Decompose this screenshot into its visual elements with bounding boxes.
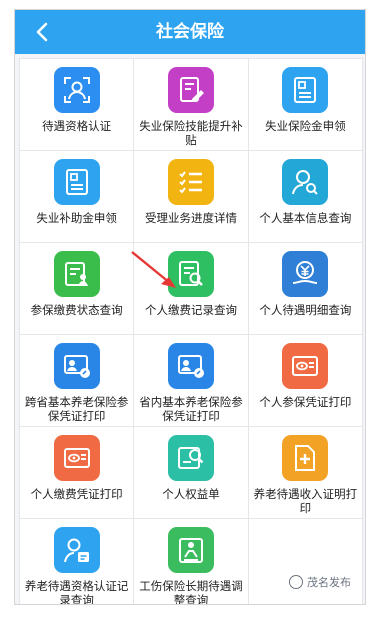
service-tile-label: 个人待遇明细查询 <box>259 303 352 317</box>
service-tile[interactable]: 待遇资格认证 <box>20 59 134 150</box>
service-tile[interactable]: 个人权益单 <box>134 427 248 518</box>
id-card-icon <box>53 159 100 205</box>
empty-grid-cell <box>248 519 362 604</box>
service-tile[interactable]: 参保缴费状态查询 <box>20 243 134 334</box>
service-grid: 待遇资格认证 失业保险技能提升补贴 失业保险金申领 失业补助金申领 受理业务进度详情 个人… <box>19 58 363 605</box>
service-tile[interactable]: 养老待遇资格认证记录查询 <box>20 519 134 605</box>
service-tile[interactable]: 省内基本养老保险参保凭证打印 <box>134 335 248 426</box>
checklist-icon <box>167 159 214 205</box>
service-tile[interactable]: 失业补助金申领 <box>20 151 134 242</box>
service-tile[interactable]: 失业保险技能提升补贴 <box>134 59 248 150</box>
service-tile[interactable]: 个人待遇明细查询 <box>248 243 362 334</box>
service-tile[interactable]: 受理业务进度详情 <box>134 151 248 242</box>
card-eye-icon <box>282 343 329 389</box>
service-tile[interactable]: 工伤保险长期待遇调整查询 <box>134 519 248 605</box>
doc-add-icon <box>282 435 329 481</box>
service-tile[interactable]: 个人基本信息查询 <box>248 151 362 242</box>
service-tile[interactable]: 个人参保凭证打印 <box>248 335 362 426</box>
service-tile-label: 失业保险技能提升补贴 <box>139 119 243 147</box>
service-tile-label: 个人基本信息查询 <box>259 211 352 225</box>
face-frame-icon <box>53 67 100 113</box>
doc-person-icon <box>53 251 100 297</box>
service-tile-label: 工伤保险长期待遇调整查询 <box>139 579 243 605</box>
service-tile-label: 失业补助金申领 <box>36 211 117 225</box>
top-bar: 社会保险 <box>15 10 365 54</box>
service-tile-label: 个人权益单 <box>162 487 220 501</box>
service-tile-label: 个人缴费凭证打印 <box>30 487 123 501</box>
service-tile-label: 参保缴费状态查询 <box>30 303 123 317</box>
card-edit-icon <box>53 343 100 389</box>
service-tile[interactable]: 跨省基本养老保险参保凭证打印 <box>20 335 134 426</box>
service-tile[interactable]: 个人缴费凭证打印 <box>20 427 134 518</box>
service-tile-label: 跨省基本养老保险参保凭证打印 <box>24 395 129 423</box>
service-tile-label: 待遇资格认证 <box>42 119 112 133</box>
person-doc-icon <box>53 527 100 573</box>
service-tile-label: 个人缴费记录查询 <box>144 303 237 317</box>
injury-doc-icon <box>167 527 214 573</box>
phone-frame: 社会保险 待遇资格认证 失业保险技能提升补贴 失业保险金申领失业补助金申领 受理业务进… <box>14 9 366 605</box>
service-tile-label: 省内基本养老保险参保凭证打印 <box>139 395 243 423</box>
id-card-icon <box>282 67 329 113</box>
service-tile-label: 失业保险金申领 <box>265 119 346 133</box>
edit-doc-icon <box>167 67 214 113</box>
red-arrow-icon <box>131 251 176 288</box>
watermark: 茂名发布 <box>289 574 351 590</box>
card-eye-icon <box>53 435 100 481</box>
service-tile-label: 个人参保凭证打印 <box>259 395 352 409</box>
card-edit-icon <box>167 343 214 389</box>
wechat-channel-icon <box>289 575 303 589</box>
service-tile-label: 养老待遇收入证明打印 <box>253 487 358 515</box>
yuan-hand-icon <box>282 251 329 297</box>
service-tile[interactable]: 失业保险金申领 <box>248 59 362 150</box>
rights-doc-icon <box>167 435 214 481</box>
service-tile[interactable]: 养老待遇收入证明打印 <box>248 427 362 518</box>
service-tile-label: 养老待遇资格认证记录查询 <box>24 579 129 605</box>
service-tile-label: 受理业务进度详情 <box>144 211 237 225</box>
page-title: 社会保险 <box>156 22 224 42</box>
person-search-icon <box>282 159 329 205</box>
watermark-text: 茂名发布 <box>307 576 351 589</box>
